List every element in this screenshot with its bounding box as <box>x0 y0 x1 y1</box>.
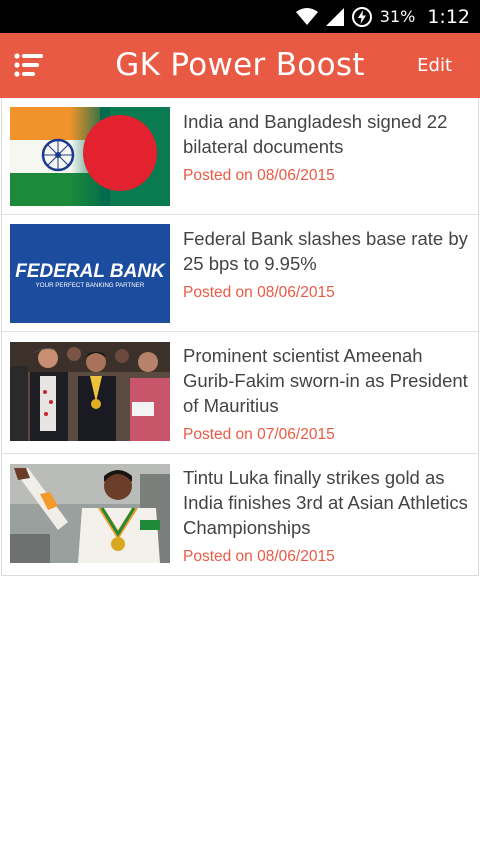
news-headline: India and Bangladesh signed 22 bilateral… <box>183 111 448 157</box>
sworn-in-ceremony-photo <box>10 342 170 441</box>
battery-charging-icon <box>351 6 372 27</box>
federal-bank-tagline: YOUR PERFECT BANKING PARTNER <box>36 282 145 289</box>
cellular-signal-icon <box>325 7 344 26</box>
status-bar: 31% 1:12 <box>0 0 480 33</box>
news-posted-date: Posted on 08/06/2015 <box>183 548 335 565</box>
battery-percent: 31% <box>379 7 416 26</box>
news-text: Prominent scientist Ameenah Gurib-Fakim … <box>183 343 470 444</box>
news-headline: Prominent scientist Ameenah Gurib-Fakim … <box>183 345 468 416</box>
athlete-celebrating-photo <box>10 464 170 563</box>
news-headline: Tintu Luka finally strikes gold as India… <box>183 467 468 538</box>
news-item[interactable]: Tintu Luka finally strikes gold as India… <box>2 454 478 575</box>
india-bangladesh-flags-image <box>10 107 170 206</box>
news-item[interactable]: Prominent scientist Ameenah Gurib-Fakim … <box>2 332 478 454</box>
federal-bank-logo-image: FEDERAL BANK YOUR PERFECT BANKING PARTNE… <box>10 224 170 323</box>
news-text: Tintu Luka finally strikes gold as India… <box>183 465 470 566</box>
news-text: India and Bangladesh signed 22 bilateral… <box>183 109 470 185</box>
news-posted-date: Posted on 08/06/2015 <box>183 167 335 184</box>
news-headline: Federal Bank slashes base rate by 25 bps… <box>183 228 468 274</box>
news-text: Federal Bank slashes base rate by 25 bps… <box>183 226 470 302</box>
clock: 1:12 <box>427 5 470 28</box>
news-item[interactable]: FEDERAL BANK YOUR PERFECT BANKING PARTNE… <box>2 215 478 332</box>
federal-bank-logo-text: FEDERAL BANK <box>15 261 166 282</box>
app-title: GK Power Boost <box>115 47 365 83</box>
news-thumbnail <box>10 464 170 563</box>
status-icons: 31% 1:12 <box>295 0 470 33</box>
news-thumbnail <box>10 342 170 441</box>
edit-button[interactable]: Edit <box>417 33 452 98</box>
news-thumbnail <box>10 107 170 206</box>
news-thumbnail: FEDERAL BANK YOUR PERFECT BANKING PARTNE… <box>10 224 170 323</box>
news-item[interactable]: India and Bangladesh signed 22 bilateral… <box>2 98 478 215</box>
news-posted-date: Posted on 07/06/2015 <box>183 426 335 443</box>
news-list: India and Bangladesh signed 22 bilateral… <box>1 98 479 576</box>
wifi-icon <box>295 7 318 26</box>
news-posted-date: Posted on 08/06/2015 <box>183 284 335 301</box>
app-bar: GK Power Boost Edit <box>0 33 480 98</box>
